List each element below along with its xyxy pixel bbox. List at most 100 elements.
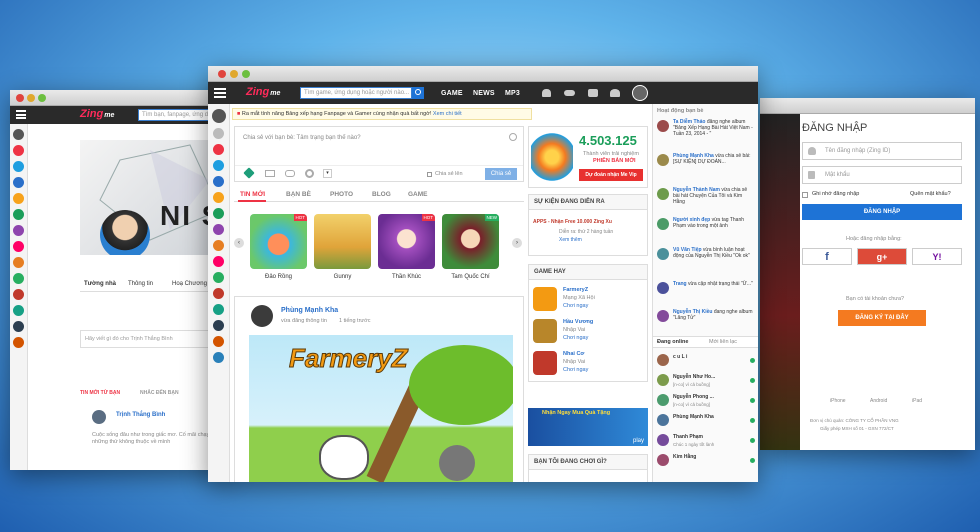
carousel-next-icon[interactable]: ›: [512, 238, 522, 248]
emoji-icon[interactable]: [509, 133, 517, 141]
heart-icon[interactable]: [13, 241, 24, 252]
post-author[interactable]: Trịnh Thắng Bình: [116, 412, 165, 418]
game-name[interactable]: Thần Khúc: [378, 274, 435, 280]
app-icon[interactable]: [13, 321, 24, 332]
friend-avatar[interactable]: [657, 120, 669, 132]
activity-item[interactable]: Ta Diễm Thảo đăng nghe album "Bảng Xếp H…: [653, 118, 758, 148]
online-friend-row[interactable]: Phùng Mạnh Kha: [653, 412, 758, 430]
app-icon[interactable]: [13, 337, 24, 348]
minimize-button[interactable]: [27, 94, 35, 102]
profile-photo[interactable]: [100, 210, 150, 255]
tab-recent[interactable]: Mới liên lạc: [709, 339, 737, 346]
post-avatar[interactable]: [251, 305, 273, 327]
photo-icon[interactable]: [213, 160, 224, 171]
friend-name[interactable]: Kim Hằng: [673, 454, 696, 461]
pencil-icon[interactable]: [243, 167, 255, 179]
app-icon[interactable]: [213, 352, 224, 363]
tab-photo[interactable]: PHOTO: [330, 191, 353, 198]
app-icon[interactable]: [13, 305, 24, 316]
friend-name[interactable]: Nguyễn Phong ...: [673, 394, 714, 401]
online-friend-row[interactable]: Nguyễn Phong ... [n-co] vì cả buồng]: [653, 392, 758, 410]
photo-icon[interactable]: [13, 161, 24, 172]
play-link[interactable]: Chơi ngay: [563, 367, 588, 374]
friend-avatar[interactable]: [657, 414, 669, 426]
share-button[interactable]: Chia sẻ: [485, 168, 517, 180]
friend-avatar[interactable]: [657, 454, 669, 466]
ad-banner[interactable]: Nhận Ngay Mua Quà Tặng play: [528, 408, 648, 446]
tab-blog[interactable]: BLOG: [372, 191, 391, 198]
tab-friends-news[interactable]: TIN MỚI TỪ BẠN: [80, 390, 120, 396]
search-input[interactable]: Tìm bạn, fanpage, ứng dụng: [138, 109, 218, 121]
message-icon[interactable]: [213, 144, 224, 155]
tab-news[interactable]: TIN MỚI: [240, 191, 265, 198]
game-name[interactable]: Nhai Cơ: [563, 351, 584, 358]
menu-icon[interactable]: [214, 88, 226, 98]
game-tile[interactable]: [314, 214, 371, 269]
login-button[interactable]: ĐĂNG NHẬP: [802, 204, 962, 220]
app-icon[interactable]: [213, 304, 224, 315]
friend-name[interactable]: c u L i: [673, 354, 687, 361]
friend-avatar[interactable]: [657, 394, 669, 406]
zing-logo[interactable]: Zingme: [80, 108, 114, 120]
avatar[interactable]: [211, 109, 226, 123]
activity-item[interactable]: Nguyễn Thị Kiều đang nghe album "Lãng Tử…: [653, 308, 758, 338]
notification-icon[interactable]: [542, 89, 551, 97]
yahoo-button[interactable]: Y!: [912, 248, 962, 265]
event-text[interactable]: APPS - Nhận Free 10.000 Zing Xu: [533, 219, 612, 226]
dropdown-icon[interactable]: ▾: [323, 169, 332, 178]
app-icon[interactable]: [213, 272, 224, 283]
tab-game[interactable]: GAME: [408, 191, 428, 198]
activity-item[interactable]: Trang vừa cập nhật trạng thái "Ừ...": [653, 280, 758, 310]
forgot-password-link[interactable]: Quên mật khẩu?: [910, 191, 951, 198]
menu-icon[interactable]: [16, 110, 26, 119]
app-icon[interactable]: [13, 289, 24, 300]
news-icon[interactable]: [213, 128, 224, 139]
friend-name[interactable]: Nguyễn Như Ho...: [673, 374, 715, 381]
image-icon[interactable]: [265, 170, 275, 177]
app-icon[interactable]: [213, 336, 224, 347]
search-input[interactable]: Tìm game, ứng dụng hoặc người nào...: [300, 87, 412, 99]
app-icon[interactable]: [13, 257, 24, 268]
iphone-link[interactable]: iPhone: [830, 398, 846, 404]
game-name[interactable]: FarmeryZ: [563, 287, 588, 294]
post-image[interactable]: FarmeryZ: [249, 335, 513, 482]
online-friend-row[interactable]: Thanh Phạm Chúc 1 ngày tốt lành: [653, 432, 758, 450]
blog-icon[interactable]: [13, 177, 24, 188]
user-avatar[interactable]: [632, 85, 648, 101]
zing-logo[interactable]: Zingme: [246, 86, 280, 98]
carousel-prev-icon[interactable]: ‹: [234, 238, 244, 248]
music-icon[interactable]: [13, 209, 24, 220]
tab-online[interactable]: Đang online: [657, 339, 688, 346]
gift-icon[interactable]: [213, 192, 224, 203]
app-icon[interactable]: [213, 256, 224, 267]
game-tile[interactable]: HOT: [250, 214, 307, 269]
remember-checkbox[interactable]: [802, 192, 808, 198]
game-icon[interactable]: [13, 225, 24, 236]
close-button[interactable]: [218, 70, 226, 78]
tab-wall[interactable]: Tường nhà: [84, 281, 116, 287]
hot-game-item[interactable]: Nhai Cơ Nhập Vai Chơi ngay: [529, 349, 647, 379]
register-button[interactable]: ĐĂNG KÝ TẠI ĐÂY: [838, 310, 926, 326]
avatar[interactable]: [13, 129, 24, 140]
post-author[interactable]: Phùng Mạnh Kha: [281, 307, 338, 314]
friends-icon[interactable]: [610, 89, 620, 97]
friend-avatar[interactable]: [657, 354, 669, 366]
ipad-link[interactable]: iPad: [912, 398, 922, 404]
compose-input[interactable]: Chia sẻ với bạn bè: Tâm trạng bạn thế nà…: [243, 135, 361, 141]
friend-name[interactable]: Trang: [673, 281, 687, 287]
nav-mp3[interactable]: MP3: [505, 90, 520, 97]
game-icon[interactable]: [213, 224, 224, 235]
search-icon[interactable]: [412, 87, 424, 99]
nav-news[interactable]: NEWS: [473, 90, 495, 97]
app-icon[interactable]: [213, 240, 224, 251]
gamepad-icon[interactable]: [564, 90, 575, 96]
friend-name[interactable]: Phùng Mạnh Kha: [673, 414, 714, 421]
activity-item[interactable]: Vũ Văn Tiệp vừa bình luận hoạt động của …: [653, 246, 758, 276]
blog-icon[interactable]: [213, 176, 224, 187]
app-icon[interactable]: [13, 273, 24, 284]
friend-avatar[interactable]: [657, 188, 669, 200]
settings-icon[interactable]: [305, 169, 314, 178]
tab-mentions[interactable]: NHẮC ĐẾN BẠN: [140, 390, 179, 396]
friend-name[interactable]: Thanh Phạm: [673, 434, 703, 441]
activity-item[interactable]: Phùng Mạnh Kha vừa chia sẻ bài: [SỰ KIỆN…: [653, 152, 758, 182]
